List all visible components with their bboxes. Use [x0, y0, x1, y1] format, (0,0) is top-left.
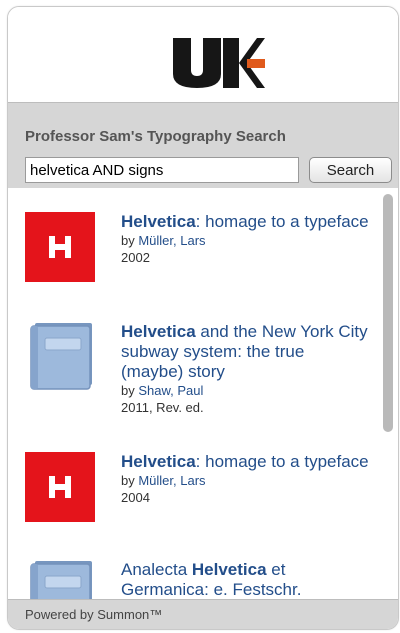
- footer: Powered by Summon™: [8, 599, 398, 629]
- scrollbar-thumb[interactable]: [383, 194, 393, 432]
- result-title-link[interactable]: Analecta Helvetica et Germanica: e. Fest…: [121, 560, 371, 599]
- author-link[interactable]: Müller, Lars: [138, 233, 205, 248]
- book-cover-thumbnail[interactable]: [25, 212, 95, 282]
- result-date: 2002: [121, 250, 150, 265]
- powered-by-text: Powered by Summon™: [25, 607, 163, 622]
- result-body: Analecta Helvetica et Germanica: e. Fest…: [121, 560, 371, 599]
- result-date: 2011, Rev. ed.: [121, 400, 204, 415]
- result-author-line: by Müller, Lars: [121, 473, 206, 488]
- result-body: Helvetica: homage to a typeface by Mülle…: [121, 212, 371, 266]
- search-panel: Professor Sam's Typography Search Search: [8, 102, 398, 189]
- result-author-line: by Müller, Lars: [121, 233, 206, 248]
- result-title-link[interactable]: Helvetica: homage to a typeface: [121, 452, 371, 472]
- results-list[interactable]: Helvetica: homage to a typeface by Mülle…: [8, 188, 398, 599]
- result-body: Helvetica and the New York City subway s…: [121, 322, 371, 416]
- author-link[interactable]: Müller, Lars: [138, 473, 205, 488]
- logo-area: [8, 7, 398, 102]
- list-item: Helvetica: homage to a typeface by Mülle…: [25, 212, 370, 302]
- author-link[interactable]: Shaw, Paul: [138, 383, 203, 398]
- book-icon[interactable]: [25, 560, 95, 599]
- book-cover-thumbnail[interactable]: [25, 452, 95, 522]
- search-heading: Professor Sam's Typography Search: [25, 128, 286, 145]
- uk-logo: [173, 38, 265, 88]
- list-item: Helvetica and the New York City subway s…: [25, 322, 370, 432]
- scrollbar[interactable]: [383, 194, 394, 594]
- result-title-link[interactable]: Helvetica: homage to a typeface: [121, 212, 371, 232]
- search-widget: Professor Sam's Typography Search Search…: [7, 6, 399, 630]
- result-title-link[interactable]: Helvetica and the New York City subway s…: [121, 322, 371, 382]
- helvetica-h-icon: [49, 476, 71, 498]
- result-body: Helvetica: homage to a typeface by Mülle…: [121, 452, 371, 506]
- helvetica-h-icon: [49, 236, 71, 258]
- book-icon[interactable]: [25, 322, 95, 390]
- search-input[interactable]: [25, 157, 299, 183]
- list-item: Helvetica: homage to a typeface by Mülle…: [25, 452, 370, 542]
- search-button[interactable]: Search: [309, 157, 392, 183]
- result-author-line: by Shaw, Paul: [121, 383, 204, 398]
- result-date: 2004: [121, 490, 150, 505]
- list-item: Analecta Helvetica et Germanica: e. Fest…: [25, 560, 370, 599]
